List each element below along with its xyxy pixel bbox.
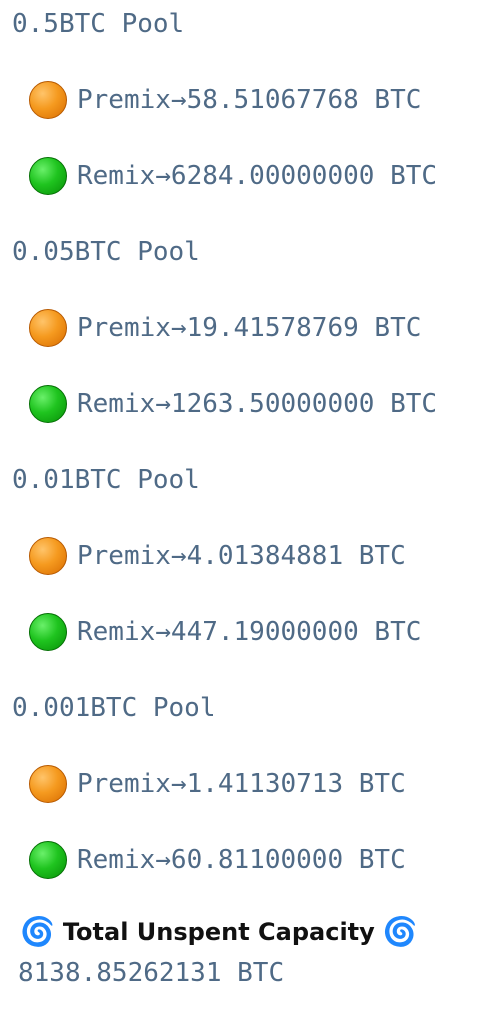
pool-summary: 0.5BTC Pool Premix→58.51067768 BTC Remix… bbox=[0, 0, 477, 1020]
total-value: 8138.85262131 BTC bbox=[18, 958, 285, 988]
premix-amount: Premix→4.01384881 BTC bbox=[77, 541, 406, 571]
cyclone-icon: 🌀 bbox=[382, 915, 418, 948]
total-heading: 🌀 Total Unspent Capacity 🌀 bbox=[20, 915, 418, 948]
green-circle-icon bbox=[29, 841, 67, 879]
pool-title: 0.5BTC Pool bbox=[12, 9, 185, 39]
remix-row: Remix→1263.50000000 BTC bbox=[29, 385, 437, 423]
total-label: Total Unspent Capacity bbox=[62, 918, 375, 946]
premix-amount: Premix→1.41130713 BTC bbox=[77, 769, 406, 799]
premix-amount: Premix→58.51067768 BTC bbox=[77, 85, 422, 115]
green-circle-icon bbox=[29, 613, 67, 651]
remix-amount: Remix→447.19000000 BTC bbox=[77, 617, 422, 647]
orange-circle-icon bbox=[29, 537, 67, 575]
orange-circle-icon bbox=[29, 309, 67, 347]
remix-amount: Remix→6284.00000000 BTC bbox=[77, 161, 438, 191]
remix-amount: Remix→1263.50000000 BTC bbox=[77, 389, 438, 419]
premix-row: Premix→1.41130713 BTC bbox=[29, 765, 406, 803]
pool-title: 0.001BTC Pool bbox=[12, 693, 216, 723]
orange-circle-icon bbox=[29, 81, 67, 119]
pool-title: 0.01BTC Pool bbox=[12, 465, 200, 495]
green-circle-icon bbox=[29, 385, 67, 423]
orange-circle-icon bbox=[29, 765, 67, 803]
remix-row: Remix→447.19000000 BTC bbox=[29, 613, 421, 651]
premix-row: Premix→58.51067768 BTC bbox=[29, 81, 421, 119]
pool-title: 0.05BTC Pool bbox=[12, 237, 200, 267]
remix-row: Remix→60.81100000 BTC bbox=[29, 841, 406, 879]
premix-row: Premix→4.01384881 BTC bbox=[29, 537, 406, 575]
cyclone-icon: 🌀 bbox=[20, 915, 55, 948]
green-circle-icon bbox=[29, 157, 67, 195]
premix-amount: Premix→19.41578769 BTC bbox=[77, 313, 422, 343]
remix-row: Remix→6284.00000000 BTC bbox=[29, 157, 437, 195]
premix-row: Premix→19.41578769 BTC bbox=[29, 309, 421, 347]
remix-amount: Remix→60.81100000 BTC bbox=[77, 845, 406, 875]
